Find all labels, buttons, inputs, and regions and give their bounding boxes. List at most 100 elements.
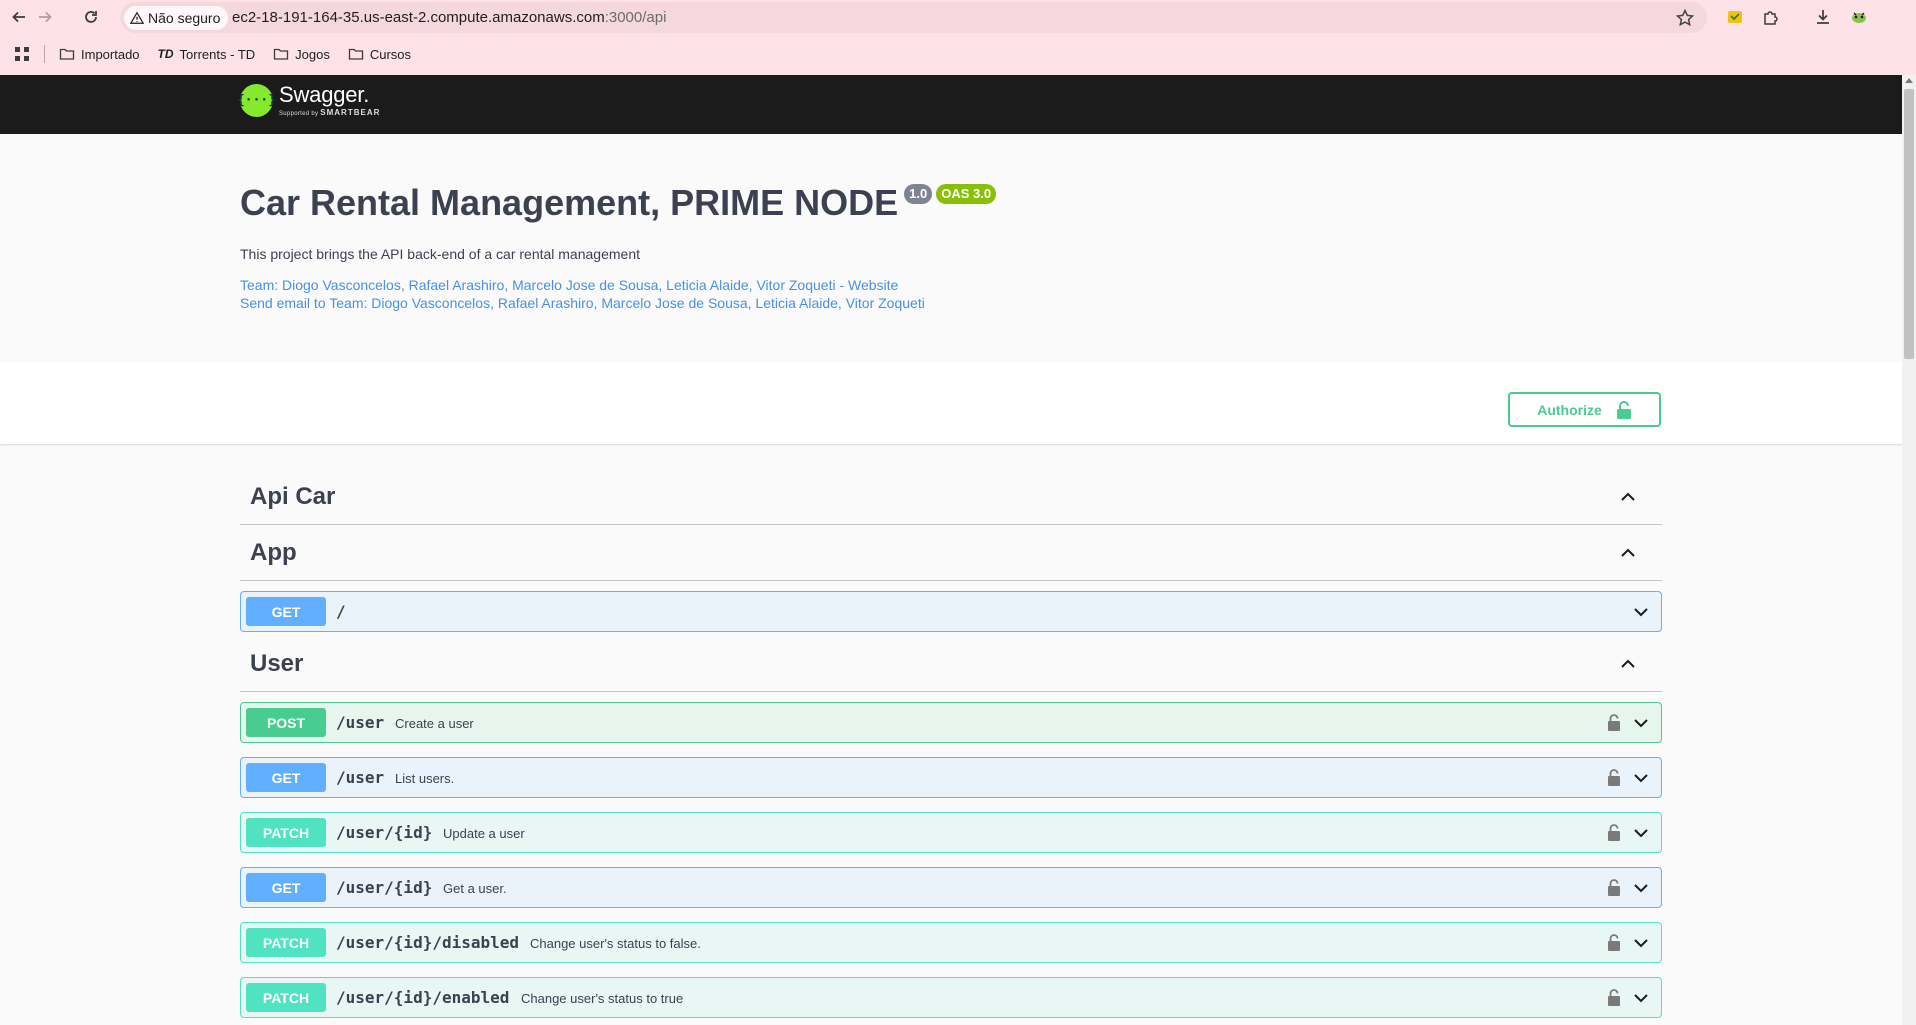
- bookmark-star-icon[interactable]: [1675, 8, 1695, 28]
- security-label: Não seguro: [148, 10, 221, 26]
- arrow-left-icon: [12, 11, 25, 23]
- lock-icon[interactable]: [1607, 934, 1621, 951]
- title-row: Car Rental Management, PRIME NODE 1.0 OA…: [240, 182, 997, 224]
- operation-get-users[interactable]: GET /user List users.: [240, 757, 1662, 798]
- chevron-down-icon[interactable]: [1633, 770, 1649, 786]
- chevron-down-icon[interactable]: [1633, 935, 1649, 951]
- bookmark-label: Torrents - TD: [179, 46, 256, 62]
- security-indicator[interactable]: Não seguro: [124, 6, 229, 30]
- operation-patch-user[interactable]: PATCH /user/{id} Update a user: [240, 812, 1662, 853]
- logo-title: Swagger.: [279, 82, 370, 107]
- operation-path: /user/{id}/disabled: [336, 933, 520, 952]
- download-icon[interactable]: [1812, 6, 1834, 28]
- reload-button[interactable]: [78, 4, 104, 30]
- bookmark-importado[interactable]: Importado: [59, 46, 140, 62]
- lock-icon[interactable]: [1607, 879, 1621, 896]
- swagger-logo[interactable]: {···} Swagger. Supported by SMARTBEAR: [237, 82, 380, 117]
- version-badge: 1.0: [904, 184, 933, 204]
- bookmarks-bar: Importado TD Torrents - TD Jogos Cursos: [0, 40, 1916, 68]
- operation-summary: List users.: [395, 771, 455, 786]
- lock-icon[interactable]: [1607, 714, 1621, 731]
- tag-title: User: [250, 650, 304, 677]
- scrollbar-thumb[interactable]: [1904, 89, 1914, 359]
- tag-header-user[interactable]: User: [240, 636, 1662, 692]
- email-link[interactable]: Send email to Team: Diogo Vasconcelos, R…: [240, 295, 925, 311]
- bookmark-label: Cursos: [369, 46, 412, 62]
- operation-patch-user-enabled[interactable]: PATCH /user/{id}/enabled Change user's s…: [240, 977, 1662, 1018]
- operation-post-user[interactable]: POST /user Create a user: [240, 702, 1662, 743]
- authorize-button[interactable]: Authorize: [1508, 392, 1661, 427]
- api-description: This project brings the API back-end of …: [240, 246, 640, 262]
- logo-sub-prefix: Supported by: [279, 111, 319, 117]
- swagger-logo-icon: {···}: [237, 84, 276, 117]
- warning-icon: [130, 11, 144, 24]
- folder-icon: [274, 48, 289, 60]
- method-badge: GET: [246, 763, 326, 792]
- lock-icon[interactable]: [1607, 769, 1621, 786]
- operation-summary: Get a user.: [443, 881, 507, 896]
- apps-grid-button[interactable]: [14, 46, 30, 62]
- method-badge: PATCH: [246, 983, 326, 1012]
- lock-icon[interactable]: [1607, 824, 1621, 841]
- api-info: Car Rental Management, PRIME NODE 1.0 OA…: [0, 134, 1902, 362]
- browser-toolbar: Não seguro ec2-18-191-164-35.us-east-2.c…: [0, 0, 1916, 75]
- lock-open-icon: [1616, 400, 1631, 419]
- operation-path: /user/{id}: [336, 878, 433, 897]
- operation-patch-user-disabled[interactable]: PATCH /user/{id}/disabled Change user's …: [240, 922, 1662, 963]
- url-host: ec2-18-191-164-35.us-east-2.compute.amaz…: [232, 9, 605, 26]
- bookmark-cursos[interactable]: Cursos: [348, 46, 411, 62]
- oas-badge: OAS 3.0: [936, 184, 997, 204]
- address-bar[interactable]: Não seguro ec2-18-191-164-35.us-east-2.c…: [120, 2, 1707, 33]
- operation-path: /: [336, 602, 346, 621]
- operation-summary: Change user's status to false.: [530, 936, 701, 951]
- chevron-down-icon[interactable]: [1633, 604, 1649, 620]
- chevron-down-icon[interactable]: [1633, 715, 1649, 731]
- swagger-page: {···} Swagger. Supported by SMARTBEAR Ca…: [0, 75, 1902, 1025]
- page-scrollbar[interactable]: [1902, 75, 1916, 1025]
- navigation-row: Não seguro ec2-18-191-164-35.us-east-2.c…: [0, 0, 1916, 34]
- profile-avatar-icon[interactable]: [1848, 6, 1870, 28]
- chevron-down-icon[interactable]: [1633, 880, 1649, 896]
- bookmark-torrents[interactable]: TD Torrents - TD: [158, 47, 256, 62]
- reload-icon: [85, 11, 97, 23]
- method-badge: PATCH: [246, 928, 326, 957]
- chevron-up-icon[interactable]: [1620, 489, 1636, 505]
- bookmarks-separator: [44, 45, 45, 63]
- operation-get-user[interactable]: GET /user/{id} Get a user.: [240, 867, 1662, 908]
- method-badge: POST: [246, 708, 326, 737]
- tag-header-app[interactable]: App: [240, 525, 1662, 581]
- extension-note-icon[interactable]: [1724, 6, 1746, 28]
- logo-sub-brand: SMARTBEAR: [320, 108, 381, 117]
- website-link[interactable]: Team: Diogo Vasconcelos, Rafael Arashiro…: [240, 277, 898, 293]
- apps-grid-icon: [15, 47, 29, 61]
- operation-path: /user: [336, 768, 385, 787]
- method-badge: GET: [246, 597, 326, 626]
- bookmark-jogos[interactable]: Jogos: [273, 46, 330, 62]
- bookmark-label: Jogos: [295, 46, 330, 62]
- operation-path: /user/{id}/enabled: [336, 988, 510, 1007]
- td-logo-icon: TD: [157, 47, 174, 61]
- chevron-down-icon[interactable]: [1633, 990, 1649, 1006]
- folder-icon: [59, 48, 75, 60]
- logo-subtitle: Supported by SMARTBEAR: [279, 108, 380, 117]
- chevron-up-icon[interactable]: [1620, 656, 1636, 672]
- scheme-container: Authorize: [0, 362, 1902, 444]
- back-button[interactable]: [6, 4, 32, 30]
- extensions-puzzle-icon[interactable]: [1760, 6, 1782, 28]
- url-text[interactable]: ec2-18-191-164-35.us-east-2.compute.amaz…: [232, 9, 666, 26]
- chevron-up-icon[interactable]: [1620, 545, 1636, 561]
- scroll-up-arrow-icon[interactable]: [1905, 78, 1913, 83]
- bookmark-label: Importado: [81, 46, 140, 62]
- authorize-label: Authorize: [1537, 401, 1602, 418]
- method-badge: GET: [246, 873, 326, 902]
- chevron-down-icon[interactable]: [1633, 825, 1649, 841]
- tag-title: Api Car: [250, 483, 336, 510]
- tag-header-api-car[interactable]: Api Car: [240, 469, 1662, 525]
- operation-path: /user: [336, 713, 385, 732]
- method-badge: PATCH: [246, 818, 326, 847]
- operation-get-root[interactable]: GET /: [240, 591, 1662, 632]
- lock-icon[interactable]: [1607, 989, 1621, 1006]
- forward-button[interactable]: [32, 4, 58, 30]
- folder-icon: [348, 48, 364, 60]
- url-port-path: :3000/api: [604, 9, 667, 26]
